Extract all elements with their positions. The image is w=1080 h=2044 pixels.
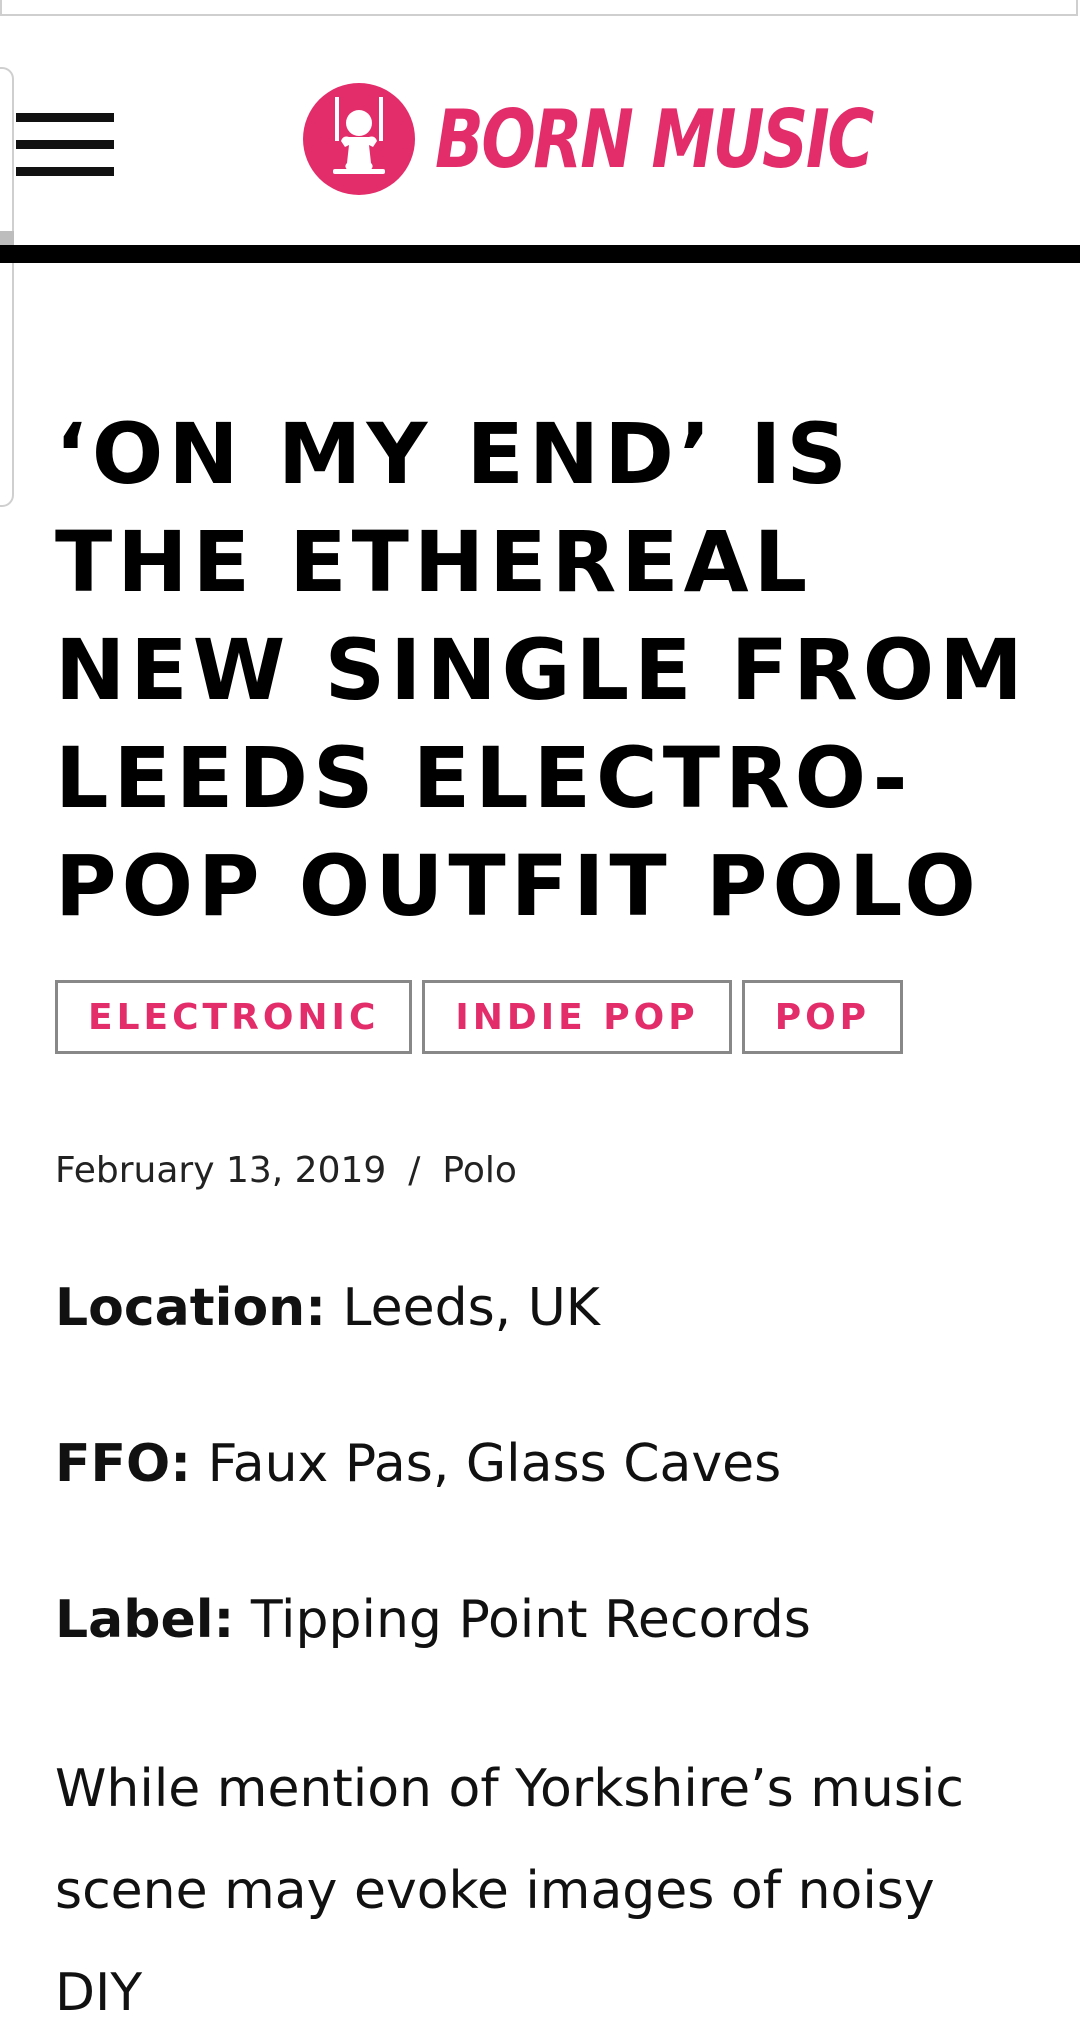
label-value: Tipping Point Records: [250, 1590, 811, 1650]
publish-date: February 13, 2019: [55, 1150, 387, 1191]
author-link[interactable]: Polo: [442, 1150, 516, 1191]
ffo-fact: FFO: Faux Pas, Glass Caves: [55, 1434, 781, 1494]
site-header: BORN MUSIC: [0, 16, 1080, 263]
header-divider: [0, 245, 1080, 263]
ffo-label: FFO:: [55, 1434, 192, 1494]
tag-electronic[interactable]: Electronic: [55, 980, 413, 1054]
menu-bar: [16, 113, 114, 122]
menu-bar: [16, 140, 114, 149]
ffo-value: Faux Pas, Glass Caves: [207, 1434, 782, 1494]
location-value: Leeds, UK: [342, 1278, 600, 1338]
logo-text: BORN MUSIC: [435, 92, 874, 186]
menu-bar: [16, 167, 114, 176]
tag-pop[interactable]: Pop: [741, 980, 904, 1054]
meta-separator: /: [408, 1150, 421, 1191]
label-label: Label:: [55, 1590, 235, 1650]
location-fact: Location: Leeds, UK: [55, 1278, 600, 1338]
location-label: Location:: [55, 1278, 326, 1338]
genre-tags: Electronic Indie Pop Pop: [55, 980, 904, 1054]
baby-swing-logo-icon: [303, 83, 415, 195]
label-fact: Label: Tipping Point Records: [55, 1590, 811, 1650]
site-logo[interactable]: BORN MUSIC: [303, 83, 981, 195]
tag-indie-pop[interactable]: Indie Pop: [422, 980, 732, 1054]
browser-top-bar: [0, 0, 1078, 16]
article-body-paragraph: While mention of Yorkshire’s music scene…: [55, 1759, 964, 2023]
hamburger-menu-icon[interactable]: [16, 113, 114, 177]
article-title: ‘On My End’ is the ethereal new single f…: [55, 405, 1028, 935]
article-meta: February 13, 2019 / Polo: [55, 1150, 517, 1191]
